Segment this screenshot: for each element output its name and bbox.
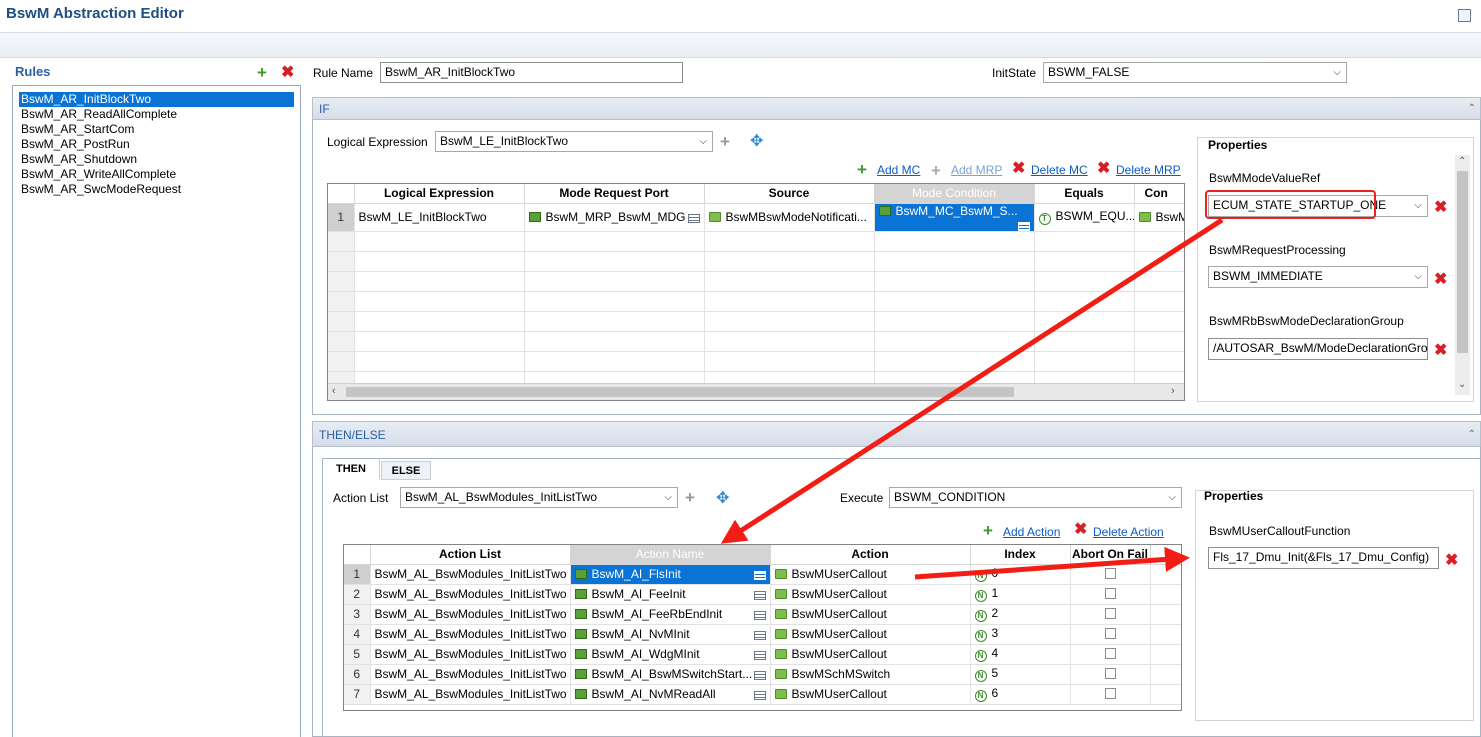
arrow-to-action-name [720, 217, 1224, 544]
annotation-arrows [720, 217, 1224, 580]
arrow-to-callout-function [914, 546, 1190, 580]
